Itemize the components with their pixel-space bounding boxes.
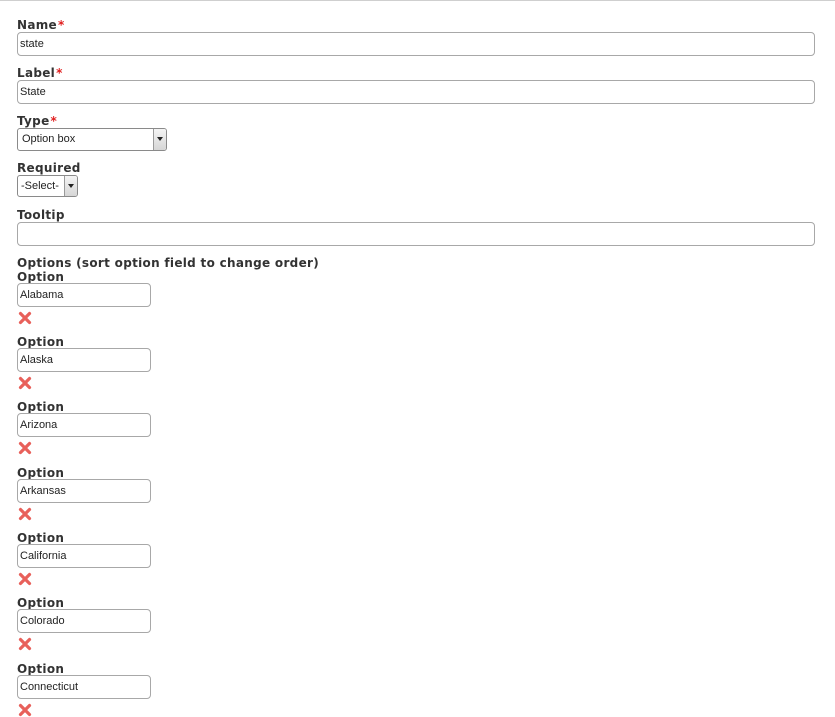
option-label: Option: [17, 596, 65, 610]
option-label: Option: [17, 335, 65, 349]
required-label: Required: [17, 161, 81, 175]
top-border: [0, 0, 835, 1]
type-select[interactable]: Option box: [17, 128, 167, 151]
remove-option-icon[interactable]: [18, 507, 32, 521]
label-input[interactable]: State: [17, 80, 815, 104]
name-label: Name*: [17, 18, 65, 32]
option-label: Option: [17, 270, 65, 284]
required-select-value: -Select-: [21, 180, 59, 192]
required-asterisk: *: [57, 18, 65, 32]
required-asterisk: *: [56, 66, 63, 80]
option-label: Option: [17, 400, 65, 414]
option-input[interactable]: Arkansas: [17, 479, 151, 503]
required-asterisk: *: [50, 114, 58, 128]
option-input[interactable]: Colorado: [17, 609, 151, 633]
option-label: Option: [17, 531, 65, 545]
type-label: Type*: [17, 114, 57, 128]
chevron-down-icon: [68, 184, 74, 188]
option-input[interactable]: Arizona: [17, 413, 151, 437]
type-select-dropdown-button[interactable]: [153, 129, 166, 150]
tooltip-label-text: Tooltip: [17, 208, 65, 222]
required-select-dropdown-button[interactable]: [64, 176, 77, 196]
tooltip-input[interactable]: [17, 222, 815, 246]
option-input[interactable]: California: [17, 544, 151, 568]
option-label: Option: [17, 466, 65, 480]
options-heading: Options (sort option field to change ord…: [17, 256, 320, 270]
option-input[interactable]: Connecticut: [17, 675, 151, 699]
required-select[interactable]: -Select-: [17, 175, 78, 197]
required-label-text: Required: [17, 161, 81, 175]
remove-option-icon[interactable]: [18, 376, 32, 390]
remove-option-icon[interactable]: [18, 311, 32, 325]
chevron-down-icon: [157, 137, 163, 141]
type-label-text: Type: [17, 114, 50, 128]
option-label: Option: [17, 662, 65, 676]
type-select-value: Option box: [22, 133, 76, 145]
remove-option-icon[interactable]: [18, 637, 32, 651]
label-label-text: Label: [17, 66, 56, 80]
tooltip-label: Tooltip: [17, 208, 65, 222]
remove-option-icon[interactable]: [18, 441, 32, 455]
remove-option-icon[interactable]: [18, 572, 32, 586]
remove-option-icon[interactable]: [18, 703, 32, 717]
option-input[interactable]: Alabama: [17, 283, 151, 307]
name-label-text: Name: [17, 18, 57, 32]
option-input[interactable]: Alaska: [17, 348, 151, 372]
label-label: Label*: [17, 66, 63, 80]
name-input[interactable]: state: [17, 32, 815, 56]
